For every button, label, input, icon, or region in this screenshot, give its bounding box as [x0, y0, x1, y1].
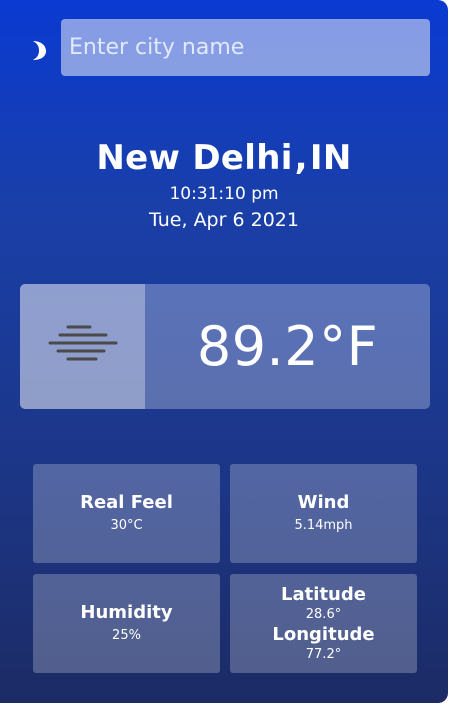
country-code: IN	[309, 138, 352, 178]
coordinates-tile: Latitude 28.6° Longitude 77.2°	[230, 574, 417, 673]
wind-label: Wind	[297, 491, 350, 513]
latitude-label: Latitude	[281, 583, 366, 605]
wind-tile: Wind 5.14mph	[230, 464, 417, 563]
real-feel-label: Real Feel	[80, 491, 173, 513]
real-feel-tile: Real Feel 30°C	[33, 464, 220, 563]
current-temperature-card: 89.2°F	[20, 284, 430, 409]
city-search-input[interactable]	[61, 19, 430, 76]
humidity-tile: Humidity 25%	[33, 574, 220, 673]
longitude-label: Longitude	[272, 623, 375, 645]
condition-icon-box	[20, 284, 145, 409]
location-title: New Delhi,IN	[0, 138, 448, 178]
humidity-value: 25%	[112, 627, 141, 643]
humidity-label: Humidity	[80, 601, 173, 623]
latitude-value: 28.6°	[305, 606, 342, 622]
city-name: New Delhi	[96, 138, 293, 178]
moon-icon[interactable]	[26, 38, 50, 62]
wind-value: 5.14mph	[294, 517, 353, 533]
temperature-value: 89.2°F	[196, 315, 379, 378]
local-time: 10:31:10 pm	[169, 184, 279, 204]
haze-icon	[48, 325, 118, 361]
real-feel-value: 30°C	[110, 517, 143, 533]
local-date: Tue, Apr 6 2021	[149, 209, 299, 231]
weather-app: New Delhi,IN 10:31:10 pm Tue, Apr 6 2021…	[0, 0, 448, 703]
longitude-value: 77.2°	[305, 646, 342, 662]
location-separator: ,	[294, 138, 308, 178]
